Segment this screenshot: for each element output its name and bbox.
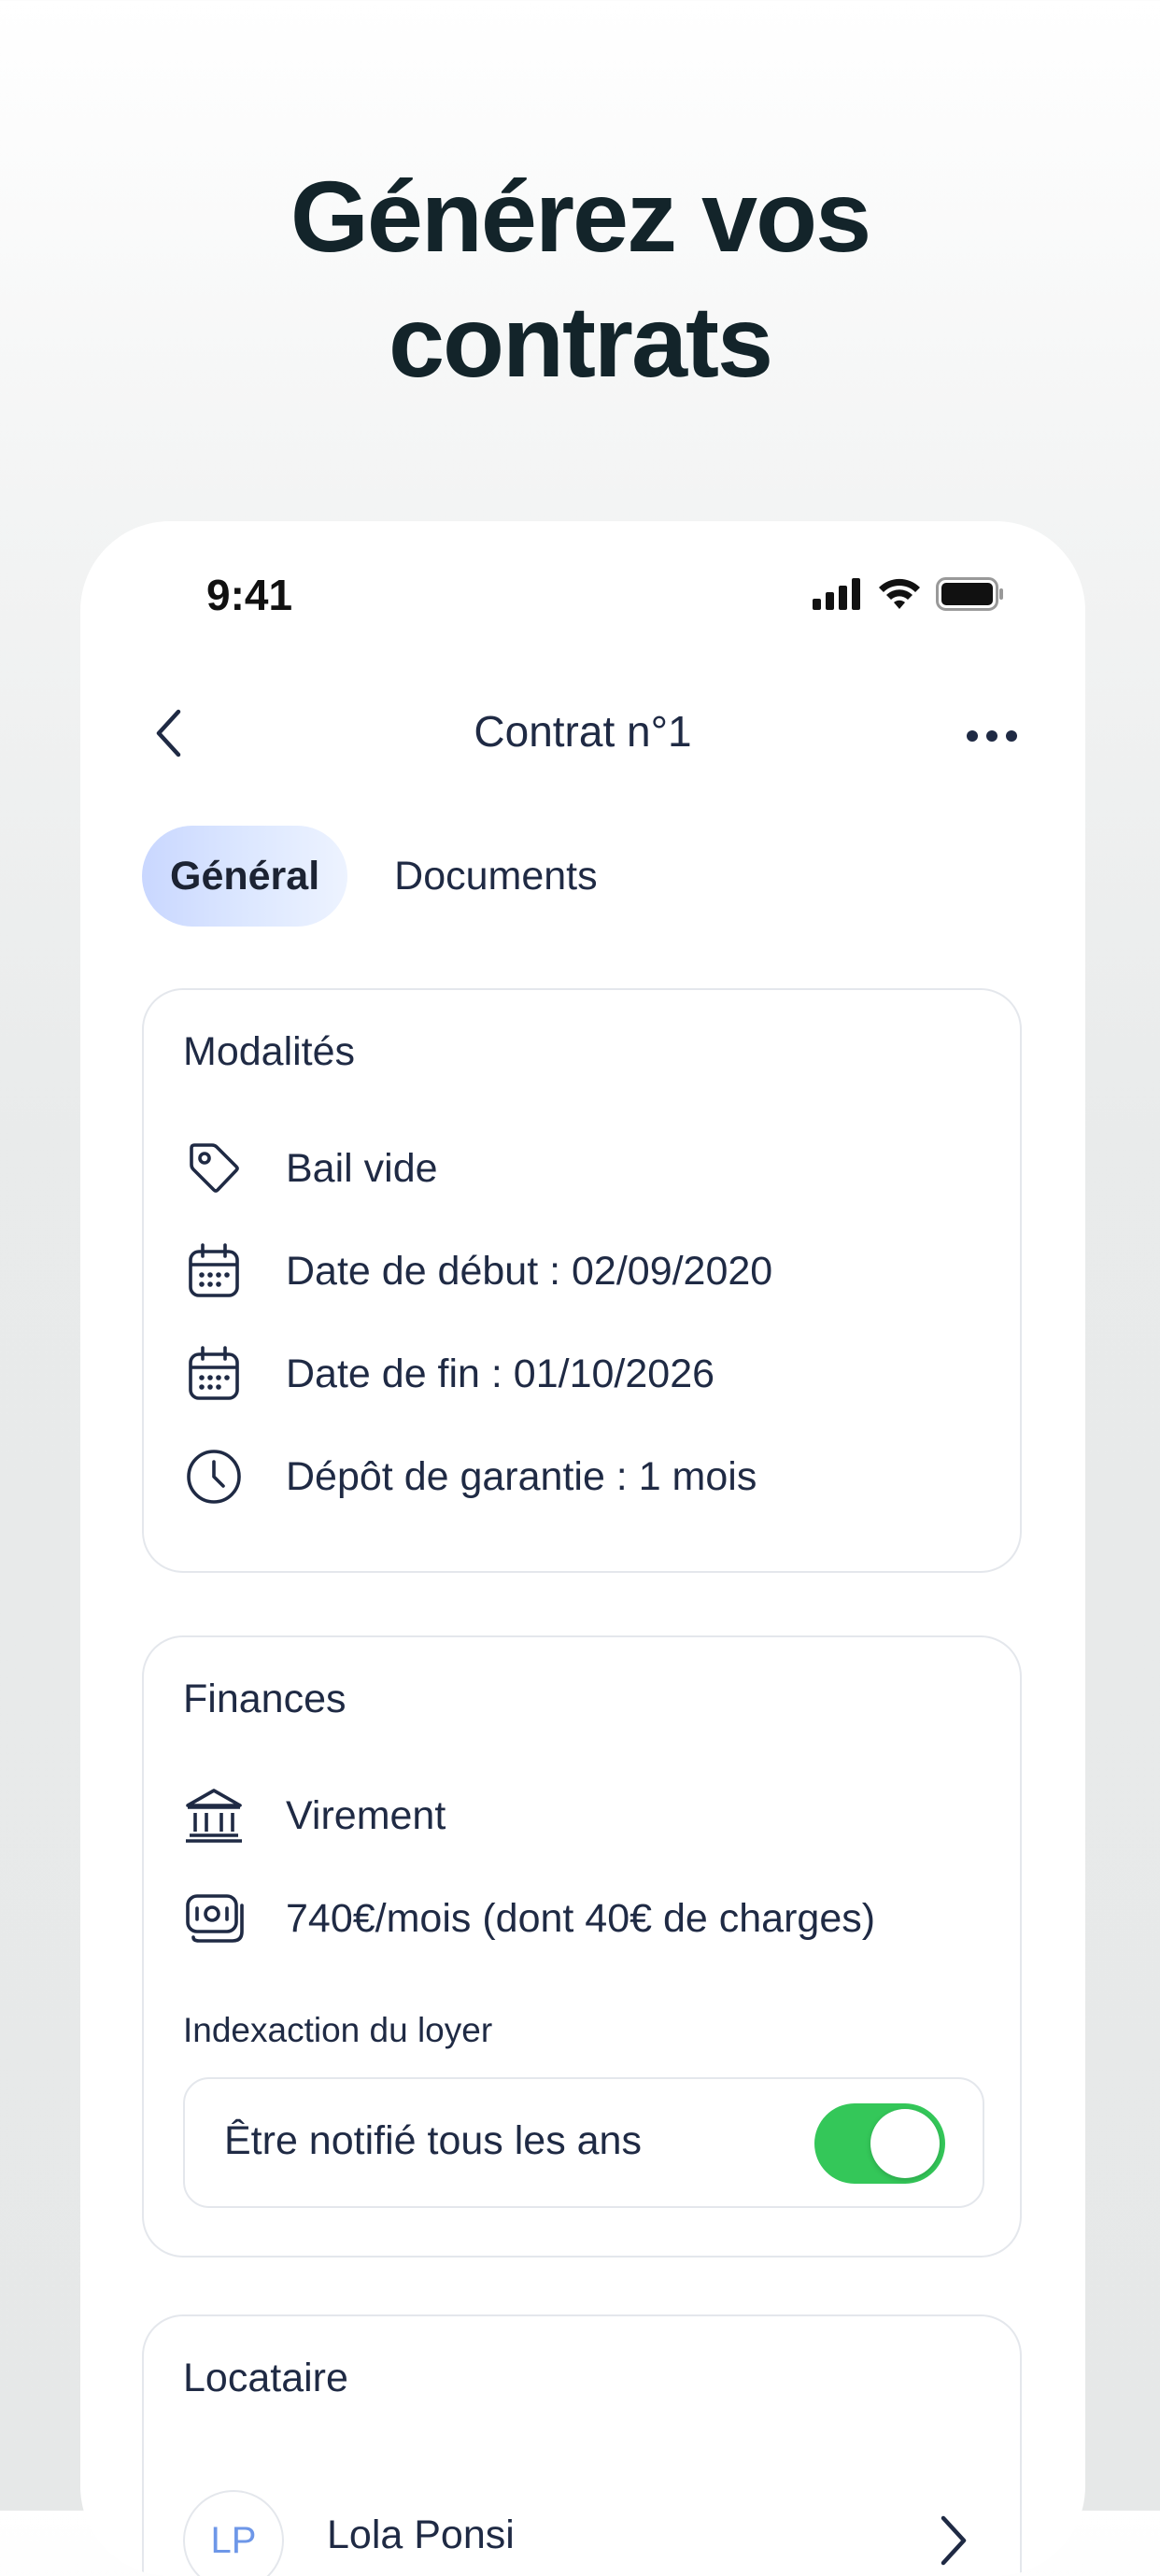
modalites-card: Modalités Bail vide Date de début: 02/0… bbox=[142, 988, 1022, 1573]
tab-bar: Général Documents bbox=[142, 826, 598, 927]
rent-text: 740€/mois (dont 40€ de charges) bbox=[286, 1895, 876, 1941]
finances-card: Finances Virement 740€/mois (dont 40€ de… bbox=[142, 1635, 1022, 2258]
notify-yearly-label: Être notifié tous les ans bbox=[224, 2118, 642, 2163]
headline-line-2: contrats bbox=[388, 285, 773, 398]
calendar-icon bbox=[183, 1240, 245, 1302]
page-title: Contrat n°1 bbox=[474, 707, 692, 756]
tab-documents[interactable]: Documents bbox=[394, 854, 597, 899]
tenant-name[interactable]: Lola Ponsi bbox=[327, 2512, 515, 2558]
locataire-card: Locataire LP Lola Ponsi bbox=[142, 2314, 1022, 2576]
notify-yearly-toggle[interactable] bbox=[814, 2103, 945, 2184]
modalites-row-end-date: Date de fin : 01/10/2026 bbox=[183, 1341, 714, 1407]
tab-general[interactable]: Général bbox=[142, 826, 348, 927]
status-icons bbox=[813, 576, 1005, 616]
chevron-right-icon[interactable] bbox=[934, 2512, 971, 2569]
modalites-row-lease-type: Bail vide bbox=[183, 1136, 438, 1201]
end-date-text: Date de fin : 01/10/2026 bbox=[286, 1351, 715, 1396]
battery-icon bbox=[936, 576, 1005, 616]
page-headline: Générez vos contrats bbox=[0, 154, 1160, 404]
locataire-title: Locataire bbox=[183, 2356, 348, 2400]
indexation-label: Indexaction du loyer bbox=[183, 2011, 493, 2049]
finances-row-payment-method: Virement bbox=[183, 1783, 446, 1848]
bank-icon bbox=[183, 1785, 245, 1847]
deposit-text: Dépôt de garantie : 1 mois bbox=[286, 1453, 757, 1499]
calendar-icon bbox=[183, 1343, 245, 1405]
modalites-row-start-date: Date de début : 02/09/2020 bbox=[183, 1238, 772, 1304]
start-date-text: Date de début : 02/09/2020 bbox=[286, 1248, 773, 1294]
tag-icon bbox=[183, 1138, 245, 1199]
payment-method-text: Virement bbox=[286, 1792, 446, 1838]
avatar: LP bbox=[183, 2490, 284, 2576]
modalites-title: Modalités bbox=[183, 1029, 356, 1074]
finances-row-rent: 740€/mois (dont 40€ de charges) bbox=[183, 1886, 875, 1951]
modalites-row-deposit: Dépôt de garantie : 1 mois bbox=[183, 1444, 757, 1509]
notify-yearly-setting: Être notifié tous les ans bbox=[183, 2077, 984, 2208]
status-time: 9:41 bbox=[206, 571, 293, 619]
money-icon bbox=[183, 1888, 245, 1949]
wifi-icon bbox=[876, 577, 923, 616]
clock-icon bbox=[183, 1446, 245, 1507]
signal-icon bbox=[813, 577, 863, 615]
toggle-knob bbox=[870, 2109, 940, 2178]
more-options-button[interactable] bbox=[955, 717, 1029, 755]
more-horizontal-icon bbox=[967, 730, 1017, 742]
phone-screen: 9:41 Contrat n°1 Général Documents Modal… bbox=[80, 521, 1085, 2576]
finances-title: Finances bbox=[183, 1677, 347, 1721]
headline-line-1: Générez vos bbox=[290, 160, 871, 273]
lease-type-text: Bail vide bbox=[286, 1145, 438, 1191]
